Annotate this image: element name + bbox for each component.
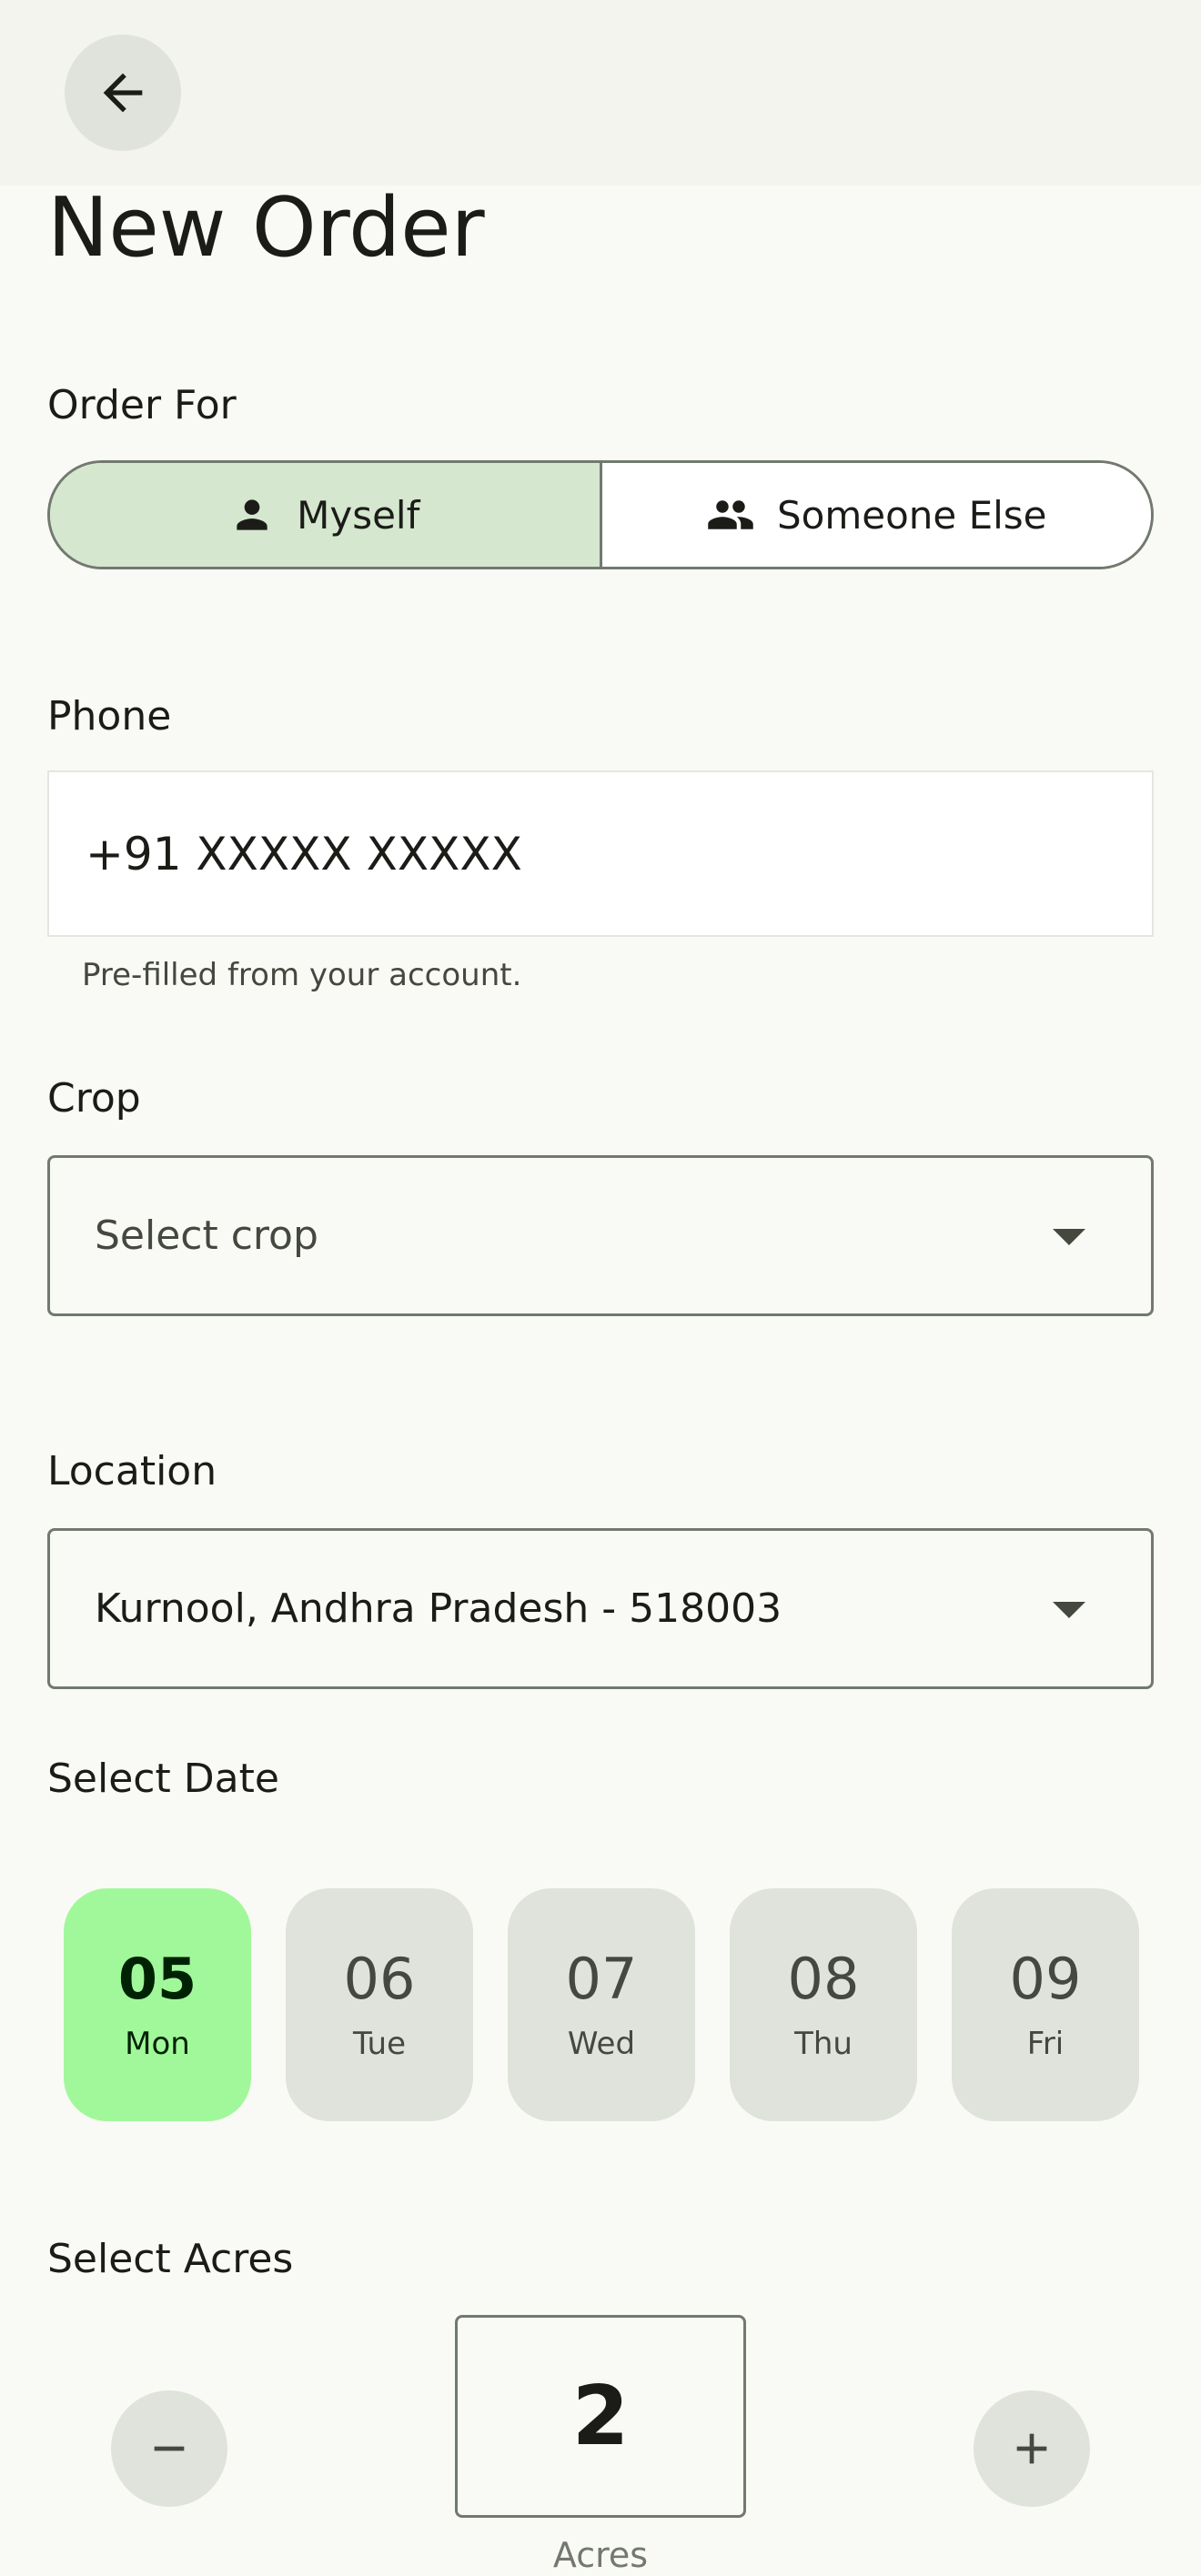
order-for-label: Order For <box>47 382 237 428</box>
date-chip[interactable]: 07 Wed <box>508 1888 695 2121</box>
arrow-left-icon <box>103 73 143 113</box>
date-chip-number: 09 <box>1009 1946 1082 2012</box>
select-date-label: Select Date <box>47 1756 279 1802</box>
dropdown-arrow-icon <box>1053 1229 1085 1245</box>
date-chip[interactable]: 05 Mon <box>64 1888 251 2121</box>
decrement-acres-button[interactable] <box>111 2390 227 2507</box>
order-for-myself-option[interactable]: Myself <box>50 463 600 567</box>
date-chip-day: Wed <box>567 2026 636 2062</box>
order-for-toggle: Myself Someone Else <box>47 460 1154 569</box>
select-acres-label: Select Acres <box>47 2236 294 2282</box>
date-chip[interactable]: 08 Thu <box>730 1888 917 2121</box>
increment-acres-button[interactable] <box>974 2390 1090 2507</box>
crop-dropdown[interactable]: Select crop <box>47 1155 1154 1316</box>
acres-unit-label: Acres <box>552 2535 649 2575</box>
date-chip-number: 08 <box>787 1946 860 2012</box>
location-dropdown[interactable]: Kurnool, Andhra Pradesh - 518003 <box>47 1528 1154 1689</box>
acres-value-field[interactable]: 2 <box>455 2315 746 2518</box>
people-icon <box>708 500 753 529</box>
date-chip-day: Mon <box>125 2026 190 2062</box>
phone-helper-text: Pre-filled from your account. <box>82 957 522 993</box>
plus-icon <box>1016 2433 1047 2464</box>
person-icon <box>237 499 267 530</box>
phone-field[interactable]: +91 XXXXX XXXXX <box>47 770 1154 937</box>
back-button[interactable] <box>65 35 181 151</box>
date-chip-number: 07 <box>565 1946 638 2012</box>
order-for-myself-label: Myself <box>297 492 420 538</box>
dropdown-arrow-icon <box>1053 1602 1085 1618</box>
order-for-someone-else-label: Someone Else <box>776 492 1047 538</box>
location-label: Location <box>47 1448 217 1494</box>
date-chip-day: Thu <box>794 2026 853 2062</box>
date-chip[interactable]: 06 Tue <box>286 1888 473 2121</box>
date-chip-number: 05 <box>117 1946 197 2012</box>
crop-label: Crop <box>47 1075 141 1122</box>
order-for-someone-else-option[interactable]: Someone Else <box>599 463 1151 567</box>
top-app-bar <box>0 0 1201 186</box>
location-dropdown-value: Kurnool, Andhra Pradesh - 518003 <box>95 1585 782 1632</box>
date-chip-number: 06 <box>343 1946 416 2012</box>
minus-icon <box>154 2446 185 2451</box>
phone-label: Phone <box>47 693 172 740</box>
date-chip-day: Tue <box>352 2026 407 2062</box>
crop-dropdown-placeholder: Select crop <box>95 1213 318 1259</box>
date-chip-day: Fri <box>1026 2026 1065 2062</box>
date-chip[interactable]: 09 Fri <box>952 1888 1139 2121</box>
page-title: New Order <box>47 180 485 276</box>
